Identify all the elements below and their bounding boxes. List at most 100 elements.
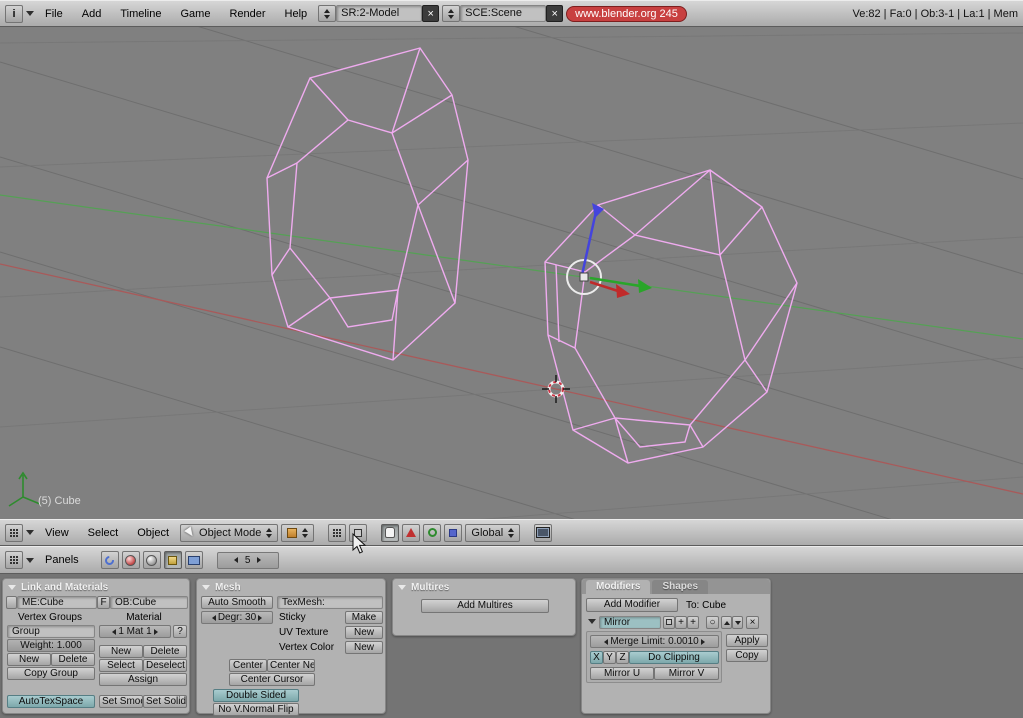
screen-name-field[interactable]: SR:2-Model <box>336 5 423 22</box>
tab-shapes[interactable]: Shapes <box>652 580 709 594</box>
menu-help[interactable]: Help <box>277 8 316 20</box>
material-new-button[interactable]: New <box>99 645 143 658</box>
scene-name-field[interactable]: SCE:Scene <box>460 5 547 22</box>
vertex-color-new-button[interactable]: New <box>345 641 383 654</box>
viewport-3d[interactable]: (5) Cube <box>0 27 1023 519</box>
collapse-triangle-icon[interactable] <box>8 585 16 590</box>
tab-modifiers[interactable]: Modifiers <box>586 580 651 594</box>
gizmo-x-arrowhead[interactable] <box>616 284 630 298</box>
draw-type-dropdown[interactable] <box>281 523 315 542</box>
modifier-expand-icon[interactable] <box>588 619 596 624</box>
modifier-editmode-toggle[interactable]: + <box>687 616 699 629</box>
menu-view[interactable]: View <box>37 527 77 539</box>
modifier-name-field[interactable]: Mirror <box>599 616 661 629</box>
add-modifier-dropdown[interactable]: Add Modifier <box>586 598 678 612</box>
select-button[interactable]: Select <box>99 659 143 672</box>
modifier-render-toggle[interactable] <box>663 616 675 629</box>
buttons-window-type-dropdown[interactable] <box>5 551 23 569</box>
menu-file[interactable]: File <box>37 8 71 20</box>
no-vnormal-flip-toggle[interactable]: No V.Normal Flip <box>213 703 299 716</box>
menu-panels[interactable]: Panels <box>37 554 87 566</box>
center-new-button[interactable]: Center New <box>267 659 315 672</box>
menu-select[interactable]: Select <box>80 527 127 539</box>
modifier-move-down-button[interactable] <box>732 616 743 629</box>
merge-limit-field[interactable]: Merge Limit: 0.0010 <box>590 635 719 648</box>
viewport-canvas[interactable] <box>0 27 1023 519</box>
add-multires-button[interactable]: Add Multires <box>421 599 549 613</box>
group-new-button[interactable]: New <box>7 653 51 666</box>
modifier-delete-button[interactable]: × <box>746 616 759 629</box>
increment-arrow-icon[interactable] <box>153 628 168 635</box>
decrement-arrow-icon[interactable] <box>204 614 216 621</box>
material-help-button[interactable]: ? <box>173 625 187 638</box>
screen-delete-button[interactable]: × <box>422 5 440 22</box>
mirror-axis-y-toggle[interactable]: Y <box>603 651 616 664</box>
modifier-realtime-toggle[interactable]: + <box>675 616 687 629</box>
modifier-move-up-button[interactable] <box>721 616 732 629</box>
menu-timeline[interactable]: Timeline <box>112 8 169 20</box>
scene-context-button[interactable] <box>184 551 203 569</box>
group-delete-button[interactable]: Delete <box>51 653 95 666</box>
mirror-u-toggle[interactable]: Mirror U <box>590 667 654 680</box>
assign-button[interactable]: Assign <box>99 673 187 686</box>
sticky-make-button[interactable]: Make <box>345 611 383 624</box>
manipulator-rotate-toggle[interactable] <box>423 523 442 542</box>
manipulator-translate-toggle[interactable] <box>402 523 421 542</box>
decrement-arrow-icon[interactable] <box>593 638 609 645</box>
menu-object[interactable]: Object <box>129 527 177 539</box>
center-cursor-button[interactable]: Center Cursor <box>229 673 315 686</box>
double-sided-toggle[interactable]: Double Sided <box>213 689 299 702</box>
modifier-apply-button[interactable]: Apply <box>726 634 768 647</box>
mirror-axis-x-toggle[interactable]: X <box>590 651 603 664</box>
object-name-field[interactable]: OB:Cube <box>110 596 188 609</box>
mirror-v-toggle[interactable]: Mirror V <box>654 667 719 680</box>
panel-header[interactable]: Link and Materials <box>3 579 189 594</box>
set-solid-button[interactable]: Set Solid <box>143 695 187 708</box>
logic-context-button[interactable] <box>100 551 119 569</box>
panel-header[interactable]: Multires <box>393 579 575 594</box>
copy-group-button[interactable]: Copy Group <box>7 667 95 680</box>
vertex-group-field[interactable]: Group <box>7 625 95 638</box>
object-context-button[interactable] <box>142 551 161 569</box>
window-type-dropdown[interactable]: i <box>5 4 23 23</box>
mesh-name-field[interactable]: ME:Cube <box>17 596 97 609</box>
increment-arrow-icon[interactable] <box>256 557 276 563</box>
viewport-window-type-dropdown[interactable] <box>5 523 23 542</box>
scene-delete-button[interactable]: × <box>546 5 564 22</box>
increment-arrow-icon[interactable] <box>258 614 270 621</box>
texmesh-field[interactable]: TexMesh: <box>277 596 383 609</box>
decrement-arrow-icon[interactable] <box>102 628 117 635</box>
mode-dropdown[interactable]: Object Mode <box>180 523 279 542</box>
deselect-button[interactable]: Deselect <box>143 659 187 672</box>
wireframe-object-left[interactable] <box>266 47 469 361</box>
manipulator-toggle[interactable] <box>381 523 400 542</box>
decrement-arrow-icon[interactable] <box>220 557 239 563</box>
material-delete-button[interactable]: Delete <box>143 645 187 658</box>
pivot-point-dropdown[interactable] <box>328 523 347 542</box>
screen-browse-button[interactable] <box>318 5 337 22</box>
mesh-browse-button[interactable] <box>6 596 17 609</box>
menu-render[interactable]: Render <box>221 8 273 20</box>
degr-field[interactable]: Degr: 30 <box>201 611 273 624</box>
editing-context-button[interactable] <box>163 551 182 569</box>
scene-browse-button[interactable] <box>442 5 461 22</box>
orientation-dropdown[interactable]: Global <box>465 523 521 542</box>
header-collapse-icon[interactable] <box>26 11 34 16</box>
set-smooth-button[interactable]: Set Smoot <box>99 695 143 708</box>
menu-game[interactable]: Game <box>172 8 218 20</box>
auto-smooth-toggle[interactable]: Auto Smooth <box>201 596 273 609</box>
transform-gizmo[interactable] <box>566 203 652 298</box>
mirror-axis-z-toggle[interactable]: Z <box>616 651 629 664</box>
render-preview-button[interactable] <box>534 523 553 542</box>
version-badge[interactable]: www.blender.org 245 <box>566 5 687 22</box>
autotexspace-toggle[interactable]: AutoTexSpace <box>7 695 95 708</box>
gizmo-center-handle[interactable] <box>579 272 589 282</box>
fake-user-button[interactable]: F <box>97 596 110 609</box>
uv-texture-new-button[interactable]: New <box>345 626 383 639</box>
shading-context-button[interactable] <box>121 551 140 569</box>
center-button[interactable]: Center <box>229 659 267 672</box>
weight-slider[interactable]: Weight: 1.000 <box>7 639 95 652</box>
material-index-field[interactable]: 1 Mat 1 <box>99 625 171 638</box>
do-clipping-toggle[interactable]: Do Clipping <box>629 651 719 664</box>
wireframe-object-right[interactable] <box>544 169 798 464</box>
